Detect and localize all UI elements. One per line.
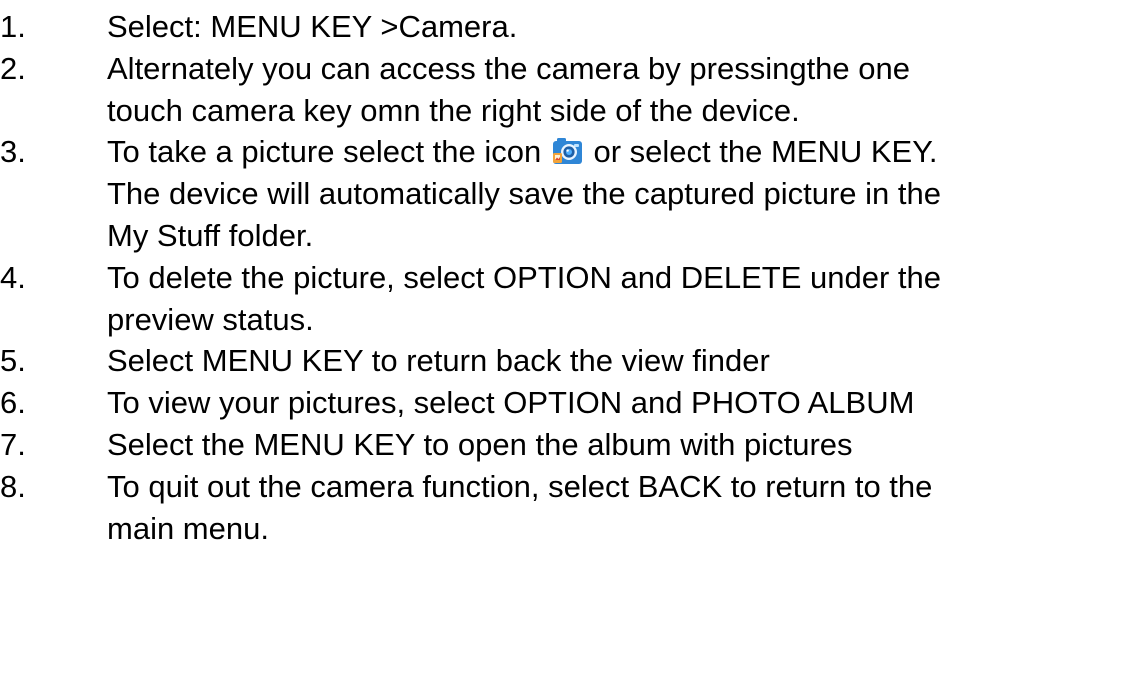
step-2: 2. Alternately you can access the camera… — [0, 48, 1136, 132]
step-text-line: The device will automatically save the c… — [107, 176, 941, 212]
step-number: 5. — [0, 343, 26, 379]
step-text-line: To delete the picture, select OPTION and… — [107, 259, 941, 295]
step-4: 4. To delete the picture, select OPTION … — [0, 257, 1136, 341]
step-text-line: My Stuff folder. — [107, 217, 314, 253]
step-number: 3. — [0, 134, 26, 170]
step-8: 8. To quit out the camera function, sele… — [0, 466, 1136, 550]
step-number: 7. — [0, 426, 26, 462]
step-number: 4. — [0, 259, 26, 295]
step-text-line: Select the MENU KEY to open the album wi… — [107, 426, 853, 462]
step-text-line: preview status. — [107, 301, 314, 337]
document-page: 1. Select: MENU KEY >Camera. 2. Alternat… — [0, 0, 1136, 686]
step-3: 3. To take a picture select the icon or … — [0, 131, 1136, 256]
step-number: 2. — [0, 50, 26, 86]
step-text-after-icon: or select the MENU KEY. — [593, 134, 938, 170]
step-text-line: Select: MENU KEY >Camera. — [107, 9, 518, 44]
camera-icon — [552, 134, 583, 165]
step-text-line: Select MENU KEY to return back the view … — [107, 343, 770, 379]
step-text-line: To quit out the camera function, select … — [107, 468, 933, 504]
step-text-line: touch camera key omn the right side of t… — [107, 92, 800, 128]
step-text-line: To view your pictures, select OPTION and… — [107, 385, 915, 421]
step-number: 8. — [0, 468, 26, 504]
step-text-line-with-icon: To take a picture select the icon or sel… — [107, 131, 1128, 173]
instruction-list: 1. Select: MENU KEY >Camera. 2. Alternat… — [0, 6, 1136, 549]
step-number: 6. — [0, 385, 26, 421]
step-7: 7. Select the MENU KEY to open the album… — [0, 424, 1136, 466]
step-1: 1. Select: MENU KEY >Camera. — [0, 6, 1136, 48]
step-5: 5. Select MENU KEY to return back the vi… — [0, 340, 1136, 382]
step-6: 6. To view your pictures, select OPTION … — [0, 382, 1136, 424]
step-text-before-icon: To take a picture select the icon — [107, 134, 542, 170]
step-text-line: main menu. — [107, 510, 269, 546]
step-number: 1. — [0, 9, 26, 44]
step-text-line: Alternately you can access the camera by… — [107, 50, 911, 86]
